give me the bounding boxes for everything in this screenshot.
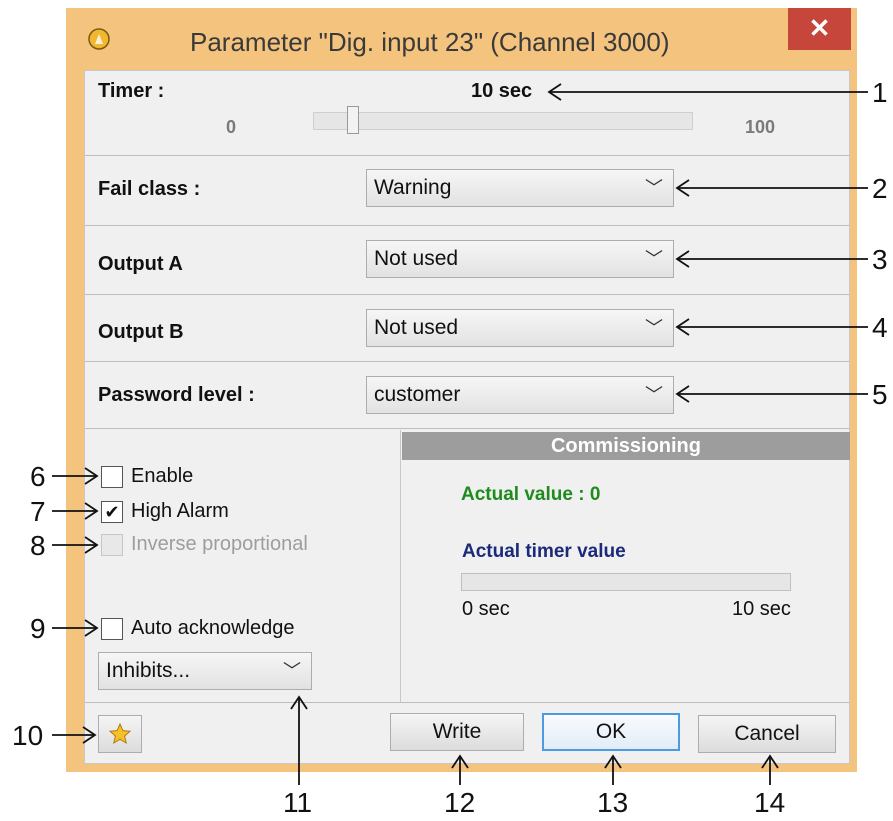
callout-5: 5	[872, 379, 888, 410]
callout-7: 7	[30, 496, 46, 527]
callout-8: 8	[30, 530, 46, 561]
callout-3: 3	[872, 244, 888, 275]
callout-2: 2	[872, 173, 888, 204]
callout-6: 6	[30, 461, 46, 492]
callout-1: 1	[872, 77, 888, 108]
callout-11: 11	[283, 787, 313, 818]
callout-4: 4	[872, 312, 888, 343]
callout-13: 13	[597, 787, 629, 818]
callout-10: 10	[12, 720, 44, 751]
callout-arrows	[52, 83, 868, 785]
callout-9: 9	[30, 613, 46, 644]
callout-12: 12	[444, 787, 476, 818]
callout-14: 14	[754, 787, 786, 818]
